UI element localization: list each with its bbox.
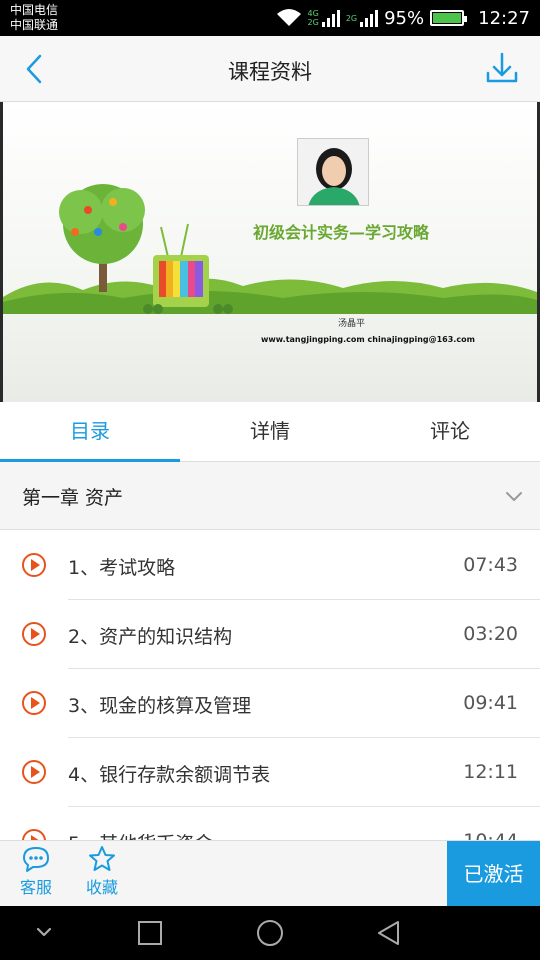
lesson-duration: 10:44 [463, 830, 518, 840]
battery-percent: 95% [384, 7, 425, 29]
banner-image: 初级会计实务—学习攻略 汤晶平 www.tangjingping.com chi… [3, 102, 537, 402]
lesson-duration: 09:41 [463, 692, 518, 714]
network-type-sim1: 4G 2G [308, 9, 319, 27]
status-icons: 4G 2G 2G 95% 12:27 [276, 6, 530, 30]
page-title: 课程资料 [228, 60, 312, 84]
star-icon [89, 846, 115, 871]
list-item[interactable]: 2、资产的知识结构 03:20 [0, 600, 540, 669]
play-icon [22, 691, 46, 715]
lesson-duration: 12:11 [463, 761, 518, 783]
chapter-title: 第一章 资产 [22, 487, 124, 509]
customer-service-button[interactable]: 客服 [11, 845, 61, 898]
favorite-button[interactable]: 收藏 [77, 845, 127, 898]
tab-details[interactable]: 详情 [180, 402, 360, 461]
back-nav-icon[interactable] [374, 918, 404, 948]
play-icon [22, 760, 46, 784]
list-item[interactable]: 4、银行存款余额调节表 12:11 [0, 738, 540, 807]
chevron-down-icon [506, 492, 522, 501]
lesson-title: 2、资产的知识结构 [68, 626, 233, 648]
recent-apps-icon[interactable] [135, 918, 165, 948]
net-label-2g-b: 2G [345, 13, 358, 23]
chat-bubble-icon [23, 847, 49, 872]
banner-title: 初级会计实务—学习攻略 [253, 223, 430, 242]
net-label-4g: 4G [307, 9, 319, 18]
wifi-icon [276, 9, 301, 26]
net-label-2g-a: 2G [307, 18, 319, 27]
lesson-duration: 03:20 [463, 623, 518, 645]
banner-author: 汤晶平 [338, 319, 366, 329]
status-bar: 中国电信 中国联通 4G 2G 2G 95% 12:27 [0, 0, 540, 36]
instructor-photo [297, 138, 369, 206]
home-icon[interactable] [254, 918, 286, 950]
bottom-action-bar: 客服 收藏 已激活 [0, 840, 540, 907]
clock: 12:27 [478, 7, 530, 29]
lesson-title: 5、其他货币资金 [68, 829, 213, 840]
signal-icon-sim2 [360, 9, 379, 27]
course-banner[interactable]: 初级会计实务—学习攻略 汤晶平 www.tangjingping.com chi… [0, 102, 540, 402]
lesson-title: 3、现金的核算及管理 [68, 695, 252, 717]
list-item[interactable]: 5、其他货币资金 10:44 [0, 807, 540, 840]
tab-catalog[interactable]: 目录 [0, 402, 180, 462]
lesson-list: 1、考试攻略 07:43 2、资产的知识结构 03:20 3、现金的核算及管理 … [0, 531, 540, 840]
carrier-info: 中国电信 中国联通 [10, 3, 58, 33]
carrier-name-2: 中国联通 [10, 18, 59, 32]
play-icon [22, 553, 46, 577]
lesson-duration: 07:43 [463, 554, 518, 576]
activated-button[interactable]: 已激活 [447, 841, 540, 907]
download-icon [486, 52, 518, 83]
download-button[interactable] [482, 50, 522, 88]
list-item[interactable]: 1、考试攻略 07:43 [0, 531, 540, 600]
carrier-name-1: 中国电信 [10, 3, 59, 17]
play-icon [22, 829, 46, 840]
favorite-label: 收藏 [85, 878, 118, 897]
banner-illustration [3, 184, 537, 314]
app-header: 课程资料 [0, 36, 540, 102]
lesson-title: 1、考试攻略 [68, 557, 176, 579]
battery-icon [430, 10, 468, 26]
customer-service-label: 客服 [19, 878, 52, 897]
lesson-title: 4、银行存款余额调节表 [68, 764, 271, 786]
play-icon [22, 622, 46, 646]
system-nav-bar [0, 906, 540, 960]
tab-comments[interactable]: 评论 [360, 402, 540, 461]
list-item[interactable]: 3、现金的核算及管理 09:41 [0, 669, 540, 738]
signal-icon-sim1 [321, 9, 340, 27]
nav-collapse-icon[interactable] [32, 918, 56, 946]
banner-contact: www.tangjingping.com chinajingping@163.c… [261, 335, 475, 344]
tab-bar: 目录 详情 评论 [0, 402, 540, 462]
chapter-header[interactable]: 第一章 资产 [0, 462, 540, 530]
network-type-sim2: 2G [346, 14, 357, 23]
